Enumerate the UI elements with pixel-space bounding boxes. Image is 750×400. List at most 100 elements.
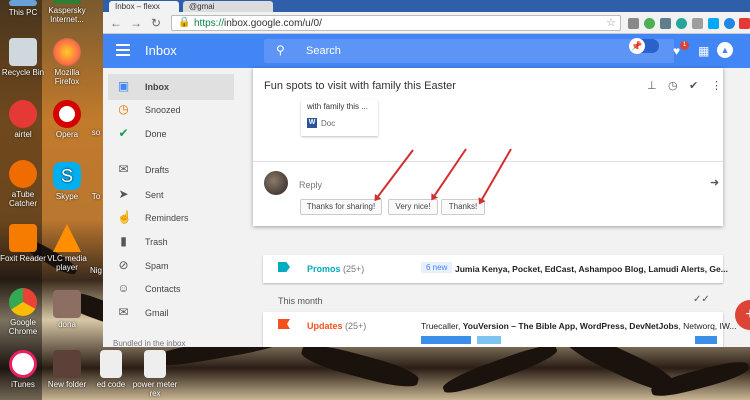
sidebar-item-label: Reminders <box>145 213 189 223</box>
url-protocol: https:// <box>194 18 225 29</box>
hamburger-icon[interactable] <box>116 44 130 56</box>
reload-icon[interactable]: ↻ <box>149 16 163 30</box>
back-icon[interactable]: ← <box>109 16 123 30</box>
desktop-icon-opera[interactable]: Opera <box>44 100 90 139</box>
tab-inbox[interactable]: Inbox – flexx <box>109 1 179 12</box>
more-menu-icon[interactable]: ⋮ <box>711 79 722 92</box>
promos-tag-icon <box>278 262 290 272</box>
bundle-row-promos[interactable]: Promos (25+) 6 new Jumia Kenya, Pocket, … <box>263 255 728 283</box>
mark-done-icon[interactable]: ✔ <box>689 79 698 92</box>
desktop-icon-firefox[interactable]: Mozilla Firefox <box>44 38 90 86</box>
send-icon: ➤ <box>118 187 129 201</box>
red-annotation-arrow <box>479 148 512 204</box>
star-icon[interactable]: ☆ <box>606 16 616 29</box>
desktop-icon-ed-code[interactable]: ed code <box>88 350 134 389</box>
forward-icon[interactable]: → <box>129 16 143 30</box>
sidebar-item-contacts[interactable]: ☺ Contacts <box>108 276 234 302</box>
pin-icon: 📌 <box>629 38 645 54</box>
apps-grid-icon[interactable]: ▦ <box>698 44 709 58</box>
opera-icon <box>53 100 81 128</box>
snippet-tail: , Networq, IW... <box>678 321 737 331</box>
desktop-icon-label: VLC media player <box>47 254 87 272</box>
sender-avatar <box>264 171 288 195</box>
clock-icon: ◷ <box>118 102 129 116</box>
desktop-icon-airtel[interactable]: airtel <box>0 100 46 139</box>
reply-field[interactable]: Reply <box>299 180 322 190</box>
doc-attachment[interactable]: with family this ... W Doc <box>301 100 378 136</box>
airtel-icon <box>9 100 37 128</box>
smart-reply-thanks-for-sharing[interactable]: Thanks for sharing! <box>300 199 382 215</box>
sidebar-item-label: Spam <box>145 261 169 271</box>
sidebar-item-label: Inbox <box>145 82 169 92</box>
desktop-icon-label: Opera <box>55 130 79 139</box>
desktop-icon-label: airtel <box>14 130 32 139</box>
sidebar-item-label: Snoozed <box>145 105 181 115</box>
extension-icon[interactable] <box>644 18 655 29</box>
tab-strip: Inbox – flexx @gmai <box>103 0 750 12</box>
desktop-icon-foxit-reader[interactable]: Foxit Reader <box>0 224 46 263</box>
extension-icon[interactable] <box>676 18 687 29</box>
sidebar-item-label: Drafts <box>145 165 170 175</box>
desktop-icon-label: Skype <box>55 192 79 201</box>
desktop-icon-new-folder[interactable]: New folder <box>44 350 90 389</box>
sidebar-item-gmail[interactable]: ✉ Gmail <box>108 300 234 326</box>
sidebar-item-drafts[interactable]: ✉ Drafts <box>108 157 234 183</box>
firefox-icon <box>53 38 81 66</box>
new-count-badge: 6 new <box>421 262 453 273</box>
desktop-icon-this-pc[interactable]: This PC <box>0 0 46 17</box>
desktop-icon-google-chrome[interactable]: Google Chrome <box>0 288 46 336</box>
avatar[interactable]: ▲ <box>717 42 733 58</box>
url-path: inbox.google.com/u/0/ <box>224 18 322 29</box>
sidebar-item-label: Sent <box>145 190 164 200</box>
sidebar-item-trash[interactable]: ▮ Trash <box>108 229 234 255</box>
folder-icon <box>53 350 81 378</box>
desktop-icon-kaspersky[interactable]: Kaspersky Internet... <box>44 0 90 24</box>
attachment-title: with family this ... <box>307 102 368 111</box>
nav-sidebar: ▣ Inbox ◷ Snoozed ✔ Done ✉ Drafts ➤ Sent ☝ Rem… <box>103 68 239 347</box>
extension-icon[interactable] <box>739 18 750 29</box>
desktop-icon-label: New folder <box>47 380 87 389</box>
extension-icon[interactable] <box>628 18 639 29</box>
app-title: Inbox <box>145 43 177 58</box>
sidebar-item-label: Contacts <box>145 284 181 294</box>
reply-divider <box>253 161 723 162</box>
desktop-icon-vlc[interactable]: VLC media player <box>44 224 90 272</box>
desktop-icon-power-meter[interactable]: power meter rex <box>132 350 178 398</box>
forward-icon[interactable]: ➜ <box>710 176 719 189</box>
tab-gmail[interactable]: @gmai <box>183 1 273 12</box>
desktop-icon-itunes[interactable]: iTunes <box>0 350 46 389</box>
desktop-icon-skype[interactable]: S Skype <box>44 162 90 201</box>
pinned-toggle[interactable]: 📌 <box>629 38 659 54</box>
extension-icon[interactable] <box>724 18 735 29</box>
sidebar-item-reminders[interactable]: ☝ Reminders <box>108 205 234 231</box>
smart-reply-very-nice[interactable]: Very nice! <box>388 199 438 215</box>
pin-icon[interactable]: ⊥ <box>647 79 657 92</box>
word-doc-icon: W <box>307 118 317 128</box>
desktop-icon-label: dona <box>58 320 76 329</box>
desktop-icon-dona[interactable]: dona <box>44 290 90 329</box>
tab-label: Inbox – flexx <box>115 2 160 11</box>
desktop-icon-atube-catcher[interactable]: aTube Catcher <box>0 160 46 208</box>
atube-catcher-icon <box>9 160 37 188</box>
sidebar-item-label: Done <box>145 129 167 139</box>
updates-flag-icon <box>278 319 290 329</box>
search-input[interactable]: ⚲ Search <box>264 39 674 63</box>
this-pc-icon <box>9 0 37 6</box>
search-icon: ⚲ <box>276 43 285 57</box>
extension-icon[interactable] <box>708 18 719 29</box>
extension-icon[interactable] <box>660 18 671 29</box>
drafts-icon: ✉ <box>118 162 129 176</box>
desktop-icon-recycle-bin[interactable]: Recycle Bin <box>0 38 46 77</box>
desktop-icon-label: To <box>91 192 101 201</box>
desktop-icon-label: power meter rex <box>132 380 178 398</box>
snooze-clock-icon[interactable]: ◷ <box>668 79 678 92</box>
bundle-row-updates[interactable]: Updates (25+) Truecaller, YouVersion – T… <box>263 312 737 347</box>
sidebar-item-done[interactable]: ✔ Done <box>108 121 234 147</box>
document-icon <box>100 350 122 378</box>
bundle-name: Updates <box>307 321 343 331</box>
sidebar-item-snoozed[interactable]: ◷ Snoozed <box>108 97 234 123</box>
foxit-reader-icon <box>9 224 37 252</box>
extension-icon[interactable] <box>692 18 703 29</box>
address-bar[interactable]: 🔒 https://inbox.google.com/u/0/ ☆ <box>171 15 621 31</box>
sweep-icon[interactable]: ✓✓ <box>693 294 710 305</box>
